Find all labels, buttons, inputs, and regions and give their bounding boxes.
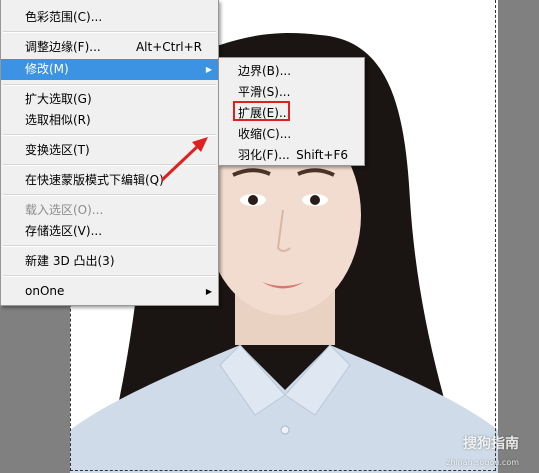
- watermark-url: zhinan.sogou.com: [446, 458, 519, 467]
- watermark-logo: 搜狗指南: [463, 436, 519, 452]
- red-arrow-annotation: [160, 137, 208, 182]
